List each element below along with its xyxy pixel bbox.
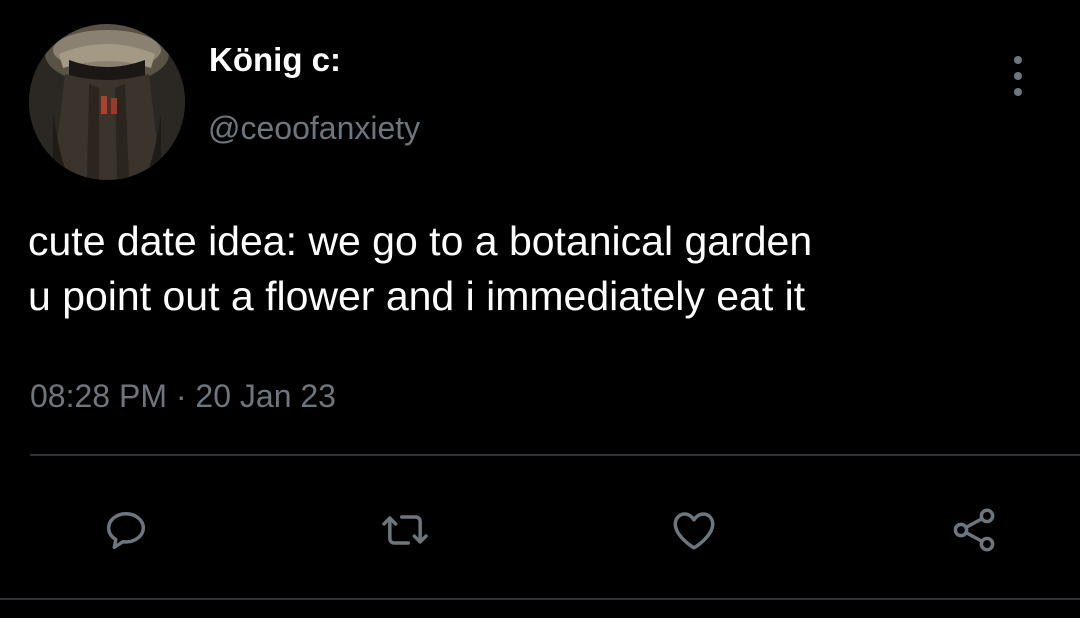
more-dot-icon (1014, 56, 1022, 64)
tweet-text-line: u point out a flower and i immediately e… (28, 273, 806, 319)
display-name[interactable]: König c: (209, 40, 341, 80)
action-bar (0, 500, 1080, 560)
avatar-image (29, 24, 185, 180)
avatar[interactable] (29, 24, 185, 180)
share-button[interactable] (944, 500, 1004, 560)
tweet-text-line: cute date idea: we go to a botanical gar… (28, 218, 813, 264)
more-dot-icon (1014, 88, 1022, 96)
reply-icon (106, 512, 146, 550)
like-icon (673, 512, 715, 550)
tweet-date[interactable]: 20 Jan 23 (195, 378, 336, 414)
meta-separator: · (175, 378, 187, 414)
retweet-icon (382, 515, 428, 545)
divider (30, 454, 1080, 456)
share-icon (953, 508, 995, 552)
like-button[interactable] (664, 500, 724, 560)
more-options-button[interactable] (1000, 56, 1036, 96)
tweet-time[interactable]: 08:28 PM (30, 378, 167, 414)
tweet: König c: @ceoofanxiety cute date idea: w… (0, 0, 1080, 618)
user-handle[interactable]: @ceoofanxiety (208, 108, 420, 148)
divider (0, 598, 1080, 600)
tweet-text: cute date idea: we go to a botanical gar… (28, 214, 1078, 324)
reply-button[interactable] (96, 500, 156, 560)
tweet-meta: 08:28 PM · 20 Jan 23 (30, 374, 336, 418)
retweet-button[interactable] (375, 500, 435, 560)
more-dot-icon (1014, 72, 1022, 80)
